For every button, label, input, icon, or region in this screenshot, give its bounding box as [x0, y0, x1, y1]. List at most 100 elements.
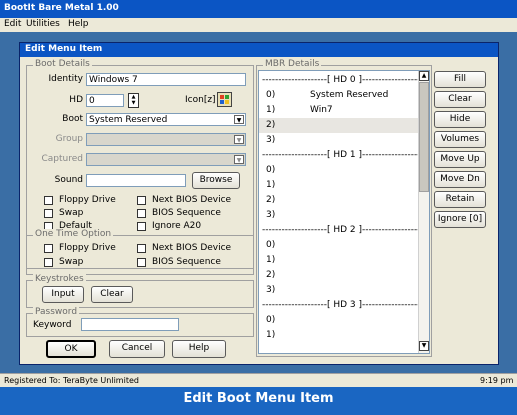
keystrokes-group: Keystrokes Input Clear [26, 274, 254, 308]
menu-edit[interactable]: Edit [4, 19, 21, 29]
mbr-slot-number: 2) [266, 270, 276, 280]
mbr-partition-row[interactable]: 1) Win7 [259, 103, 419, 118]
scroll-thumb[interactable] [419, 82, 429, 192]
swap-checkbox[interactable] [44, 209, 53, 218]
identity-label: Identity [48, 74, 84, 84]
mbr-details-title: MBR Details [263, 59, 322, 69]
mbr-scrollbar[interactable]: ▲ ▼ [418, 71, 429, 353]
windows-logo-icon[interactable] [217, 92, 232, 107]
mbr-slot-number: 1) [266, 255, 276, 265]
keyword-field[interactable] [81, 318, 179, 331]
dialog-title-bar: Edit Menu Item [20, 43, 498, 57]
move-up-button[interactable]: Move Up [434, 151, 486, 168]
mbr-disk-header-text: --------------------[ HD 2 ]------------… [262, 225, 427, 235]
chevron-down-icon[interactable]: ▼ [234, 135, 244, 144]
dialog-title: Edit Menu Item [25, 44, 103, 54]
mbr-disk-header-text: --------------------[ HD 1 ]------------… [262, 150, 427, 160]
mbr-partition-row[interactable]: 3) [259, 133, 419, 148]
hd-spinner[interactable]: ▲ ▼ [128, 93, 139, 108]
volumes-button[interactable]: Volumes [434, 131, 486, 148]
password-title: Password [33, 307, 80, 317]
boot-select-value: System Reserved [89, 115, 168, 125]
identity-field[interactable]: Windows 7 [86, 73, 246, 86]
ot-floppy-drive-checkbox[interactable] [44, 244, 53, 253]
clear-keystrokes-button[interactable]: Clear [91, 286, 133, 303]
menu-help[interactable]: Help [68, 19, 89, 29]
one-time-option-group: One Time Option Floppy Drive Next BIOS D… [26, 229, 254, 275]
menu-utilities[interactable]: Utilities [26, 19, 60, 29]
caption-text: Edit Boot Menu Item [183, 391, 334, 406]
group-select[interactable]: ▼ [86, 133, 246, 146]
chevron-down-icon[interactable]: ▼ [234, 115, 244, 124]
mbr-disk-header[interactable]: --------------------[ HD 3 ]------------… [259, 298, 427, 313]
mbr-slot-number: 2) [266, 120, 276, 130]
chevron-down-icon[interactable]: ▼ [234, 155, 244, 164]
ok-button[interactable]: OK [46, 340, 96, 358]
mbr-partition-row[interactable]: 1) [259, 253, 419, 268]
captured-select[interactable]: ▼ [86, 153, 246, 166]
retain-button[interactable]: Retain [434, 191, 486, 208]
mbr-partition-row[interactable]: 3) [259, 208, 419, 223]
status-time: 9:19 pm [480, 376, 514, 385]
mbr-partition-row[interactable]: 1) [259, 178, 419, 193]
mbr-slot-number: 1) [266, 330, 276, 340]
help-button[interactable]: Help [172, 340, 226, 358]
clear-button[interactable]: Clear [434, 91, 486, 108]
cancel-button[interactable]: Cancel [109, 340, 165, 358]
next-bios-device-checkbox[interactable] [137, 196, 146, 205]
mbr-partition-row[interactable]: 1) [259, 328, 419, 343]
mbr-partition-row[interactable]: 3) [259, 283, 419, 298]
mbr-listbox[interactable]: --------------------[ HD 0 ]------------… [258, 70, 430, 354]
mbr-disk-header[interactable]: --------------------[ HD 1 ]------------… [259, 148, 427, 163]
mbr-partition-row[interactable]: 0) System Reserved [259, 88, 419, 103]
mbr-disk-header[interactable]: --------------------[ HD 2 ]------------… [259, 223, 427, 238]
mbr-partition-row[interactable]: 0) [259, 313, 419, 328]
ot-next-bios-device-label: Next BIOS Device [152, 243, 232, 253]
mbr-slot-number: 0) [266, 240, 276, 250]
scroll-down-icon[interactable]: ▼ [419, 341, 429, 351]
bios-sequence-checkbox[interactable] [137, 209, 146, 218]
boot-details-title: Boot Details [33, 59, 92, 69]
ignore-a20-checkbox[interactable] [137, 222, 146, 231]
scroll-up-icon[interactable]: ▲ [419, 71, 429, 81]
ignore-a20-label: Ignore A20 [152, 221, 202, 231]
mbr-partition-row[interactable]: 2) [259, 268, 419, 283]
hd-label: HD [69, 95, 83, 105]
mbr-partition-row[interactable]: 2) [259, 193, 419, 208]
next-bios-device-label: Next BIOS Device [152, 195, 232, 205]
app-title-bar: BootIt Bare Metal 1.00 [0, 0, 517, 18]
sound-field[interactable] [86, 174, 186, 187]
mbr-slot-name: System Reserved [310, 90, 389, 100]
ot-bios-sequence-label: BIOS Sequence [152, 257, 221, 267]
mbr-partition-row[interactable]: 0) [259, 238, 419, 253]
hd-field[interactable]: 0 [86, 94, 124, 107]
icon-label: Icon[z] [185, 95, 216, 105]
captured-label: Captured [41, 154, 84, 164]
move-down-button[interactable]: Move Dn [434, 171, 486, 188]
floppy-drive-checkbox[interactable] [44, 196, 53, 205]
ignore-button[interactable]: Ignore [0] [434, 211, 486, 228]
bios-sequence-label: BIOS Sequence [152, 208, 221, 218]
ot-swap-checkbox[interactable] [44, 258, 53, 267]
mbr-partition-row[interactable]: 2) [259, 118, 419, 133]
fill-button[interactable]: Fill [434, 71, 486, 88]
ot-swap-label: Swap [59, 257, 84, 267]
floppy-drive-label: Floppy Drive [59, 195, 116, 205]
browse-button[interactable]: Browse [192, 172, 240, 189]
input-button[interactable]: Input [42, 286, 84, 303]
password-group: Password Keyword [26, 307, 254, 337]
boot-select[interactable]: System Reserved ▼ [86, 113, 246, 126]
ot-bios-sequence-checkbox[interactable] [137, 258, 146, 267]
hide-button[interactable]: Hide [434, 111, 486, 128]
mbr-disk-header-text: --------------------[ HD 0 ]------------… [262, 75, 427, 85]
mbr-slot-number: 2) [266, 195, 276, 205]
mbr-slot-number: 0) [266, 165, 276, 175]
status-registered: Registered To: TeraByte Unlimited [4, 376, 139, 385]
ot-next-bios-device-checkbox[interactable] [137, 244, 146, 253]
ot-floppy-drive-label: Floppy Drive [59, 243, 116, 253]
mbr-partition-row[interactable]: 0) [259, 163, 419, 178]
mbr-slot-number: 0) [266, 315, 276, 325]
mbr-disk-header[interactable]: --------------------[ HD 0 ]------------… [259, 73, 427, 88]
keystrokes-title: Keystrokes [33, 274, 86, 284]
mbr-slot-number: 3) [266, 210, 276, 220]
